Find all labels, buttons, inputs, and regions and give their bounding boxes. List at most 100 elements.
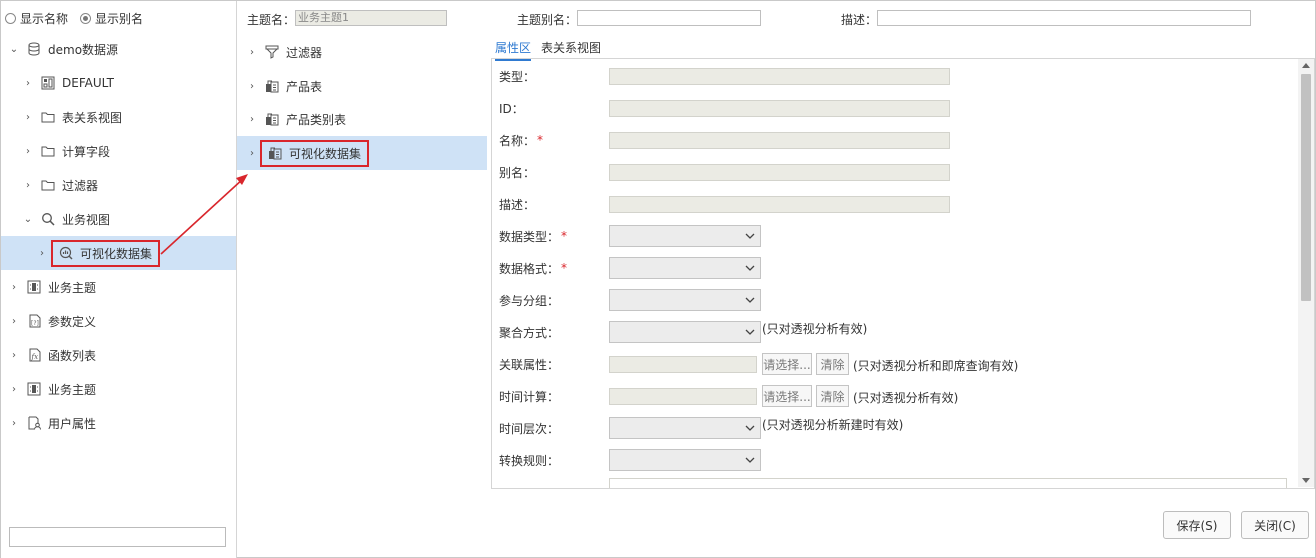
tree-item-label: 可视化数据集 xyxy=(80,246,153,261)
tree-item-label: 表关系视图 xyxy=(62,110,123,125)
tree-item-user-attributes[interactable]: › 用户属性 xyxy=(9,406,96,440)
description-prop-label: 描述： xyxy=(499,197,536,212)
chevron-right-icon[interactable]: › xyxy=(23,78,33,89)
radio-show-name-label[interactable]: 显示名称 xyxy=(20,10,68,27)
topic-name-input[interactable]: 业务主题1 xyxy=(295,10,447,26)
group-select[interactable] xyxy=(609,289,761,311)
type-field[interactable] xyxy=(609,68,950,85)
radio-show-alias[interactable] xyxy=(80,13,92,24)
tree-item-label: 产品类别表 xyxy=(286,112,347,127)
highlight-box-mid: 可视化数据集 xyxy=(260,139,370,167)
tree-item-demo-datasource[interactable]: ⌄ demo数据源 xyxy=(9,32,118,66)
tree-item-table-relation-view[interactable]: › 表关系视图 xyxy=(23,100,122,134)
tree-item-label: 产品表 xyxy=(286,79,323,94)
scroll-down-icon[interactable] xyxy=(1302,478,1310,483)
description-field[interactable] xyxy=(609,196,950,213)
chevron-right-icon[interactable]: › xyxy=(247,81,257,92)
topic-tree-item-filters[interactable]: › 过滤器 xyxy=(247,35,322,69)
description-label: 描述： xyxy=(841,13,878,27)
scroll-thumb[interactable] xyxy=(1301,74,1311,301)
tree-item-business-topic-2[interactable]: › 业务主题 xyxy=(9,372,96,406)
time-calc-choose-button[interactable]: 请选择... xyxy=(762,385,812,407)
chevron-right-icon[interactable]: › xyxy=(247,148,257,159)
name-field[interactable] xyxy=(609,132,950,149)
tree-item-function-list[interactable]: › fx 函数列表 xyxy=(9,338,96,372)
time-calc-label: 时间计算： xyxy=(499,389,560,404)
extra-textarea[interactable] xyxy=(609,478,1287,488)
chevron-right-icon[interactable]: › xyxy=(247,114,257,125)
chevron-down-icon xyxy=(745,457,755,463)
chevron-right-icon[interactable]: › xyxy=(9,384,19,395)
alias-field[interactable] xyxy=(609,164,950,181)
aggregation-select[interactable] xyxy=(609,321,761,343)
chevron-down-icon xyxy=(745,265,755,271)
topic-tree-panel: › 过滤器 › 产品表 › 产品类别表 › 可视化数据集 xyxy=(237,35,487,558)
chevron-right-icon[interactable]: › xyxy=(247,47,257,58)
tree-item-default[interactable]: › DEFAULT xyxy=(23,66,114,100)
chevron-right-icon[interactable]: › xyxy=(23,112,33,123)
time-calc-note: (只对透视分析有效) xyxy=(853,391,959,405)
svg-text:fx: fx xyxy=(31,353,39,361)
highlight-box-left: 可视化数据集 xyxy=(51,239,161,267)
database-icon xyxy=(27,42,41,56)
tree-item-label: 过滤器 xyxy=(62,178,99,193)
business-topic-icon xyxy=(27,280,41,294)
related-attr-clear-button[interactable]: 清除 xyxy=(816,353,849,375)
topic-tree-item-visual-dataset[interactable]: › 可视化数据集 xyxy=(237,136,487,170)
convert-rule-label: 转换规则： xyxy=(499,453,560,468)
tree-search-input[interactable] xyxy=(9,527,226,547)
tree-item-filters[interactable]: › 过滤器 xyxy=(23,168,98,202)
topic-tree-item-product-category-table[interactable]: › 产品类别表 xyxy=(247,102,346,136)
tree-item-label: 计算字段 xyxy=(62,144,111,159)
topic-alias-label: 主题别名： xyxy=(517,13,578,27)
data-type-label: 数据类型： * xyxy=(499,229,568,244)
description-input[interactable] xyxy=(877,10,1251,26)
time-level-select[interactable] xyxy=(609,417,761,439)
topic-name-label: 主题名： xyxy=(247,13,296,27)
chevron-right-icon[interactable]: › xyxy=(23,146,33,157)
property-area: 类型： ID： 名称： * 别名： 描述： 数据类型： * 数据格式： * 参与分组：… xyxy=(491,58,1315,489)
chevron-right-icon[interactable]: › xyxy=(37,248,47,259)
search-icon xyxy=(41,212,55,226)
tree-item-label: 参数定义 xyxy=(48,314,97,329)
name-label: 名称： * xyxy=(499,133,544,148)
related-attr-choose-button[interactable]: 请选择... xyxy=(762,353,812,375)
annotation-arrow xyxy=(160,174,248,255)
property-scrollbar[interactable] xyxy=(1298,59,1314,487)
radio-show-name[interactable] xyxy=(5,13,16,24)
related-attr-note: (只对透视分析和即席查询有效) xyxy=(853,359,1019,373)
parameter-icon: [?] xyxy=(27,314,41,328)
tree-item-param-definition[interactable]: › [?] 参数定义 xyxy=(9,304,96,338)
chevron-right-icon[interactable]: › xyxy=(23,180,33,191)
id-field[interactable] xyxy=(609,100,950,117)
tree-item-label: 函数列表 xyxy=(48,348,97,363)
chevron-right-icon[interactable]: › xyxy=(9,316,19,327)
topic-alias-input[interactable] xyxy=(577,10,761,26)
data-type-select[interactable] xyxy=(609,225,761,247)
chevron-down-icon[interactable]: ⌄ xyxy=(23,214,33,225)
tree-item-calc-fields[interactable]: › 计算字段 xyxy=(23,134,110,168)
chevron-right-icon[interactable]: › xyxy=(9,418,19,429)
time-level-note: (只对透视分析新建时有效) xyxy=(762,418,904,432)
display-mode-toggle: 显示名称 显示别名 xyxy=(5,10,143,27)
close-button[interactable]: 关闭(C) xyxy=(1241,511,1309,539)
chevron-right-icon[interactable]: › xyxy=(9,282,19,293)
data-format-select[interactable] xyxy=(609,257,761,279)
user-attribute-icon xyxy=(27,416,41,430)
time-calc-field[interactable] xyxy=(609,388,757,405)
topic-tree-item-product-table[interactable]: › 产品表 xyxy=(247,69,322,103)
tree-item-label: 业务视图 xyxy=(62,212,111,227)
save-button[interactable]: 保存(S) xyxy=(1163,511,1231,539)
tree-item-business-topic-1[interactable]: › 业务主题 xyxy=(9,270,96,304)
scroll-up-icon[interactable] xyxy=(1302,63,1310,68)
visual-dataset-icon xyxy=(59,246,73,260)
chevron-right-icon[interactable]: › xyxy=(9,350,19,361)
radio-show-alias-label[interactable]: 显示别名 xyxy=(95,10,143,27)
function-icon: fx xyxy=(27,348,41,362)
chevron-down-icon[interactable]: ⌄ xyxy=(9,44,19,55)
related-attr-field[interactable] xyxy=(609,356,757,373)
time-calc-clear-button[interactable]: 清除 xyxy=(816,385,849,407)
convert-rule-select[interactable] xyxy=(609,449,761,471)
tree-item-label: DEFAULT xyxy=(62,76,114,90)
tree-item-business-view[interactable]: ⌄ 业务视图 xyxy=(23,202,110,236)
